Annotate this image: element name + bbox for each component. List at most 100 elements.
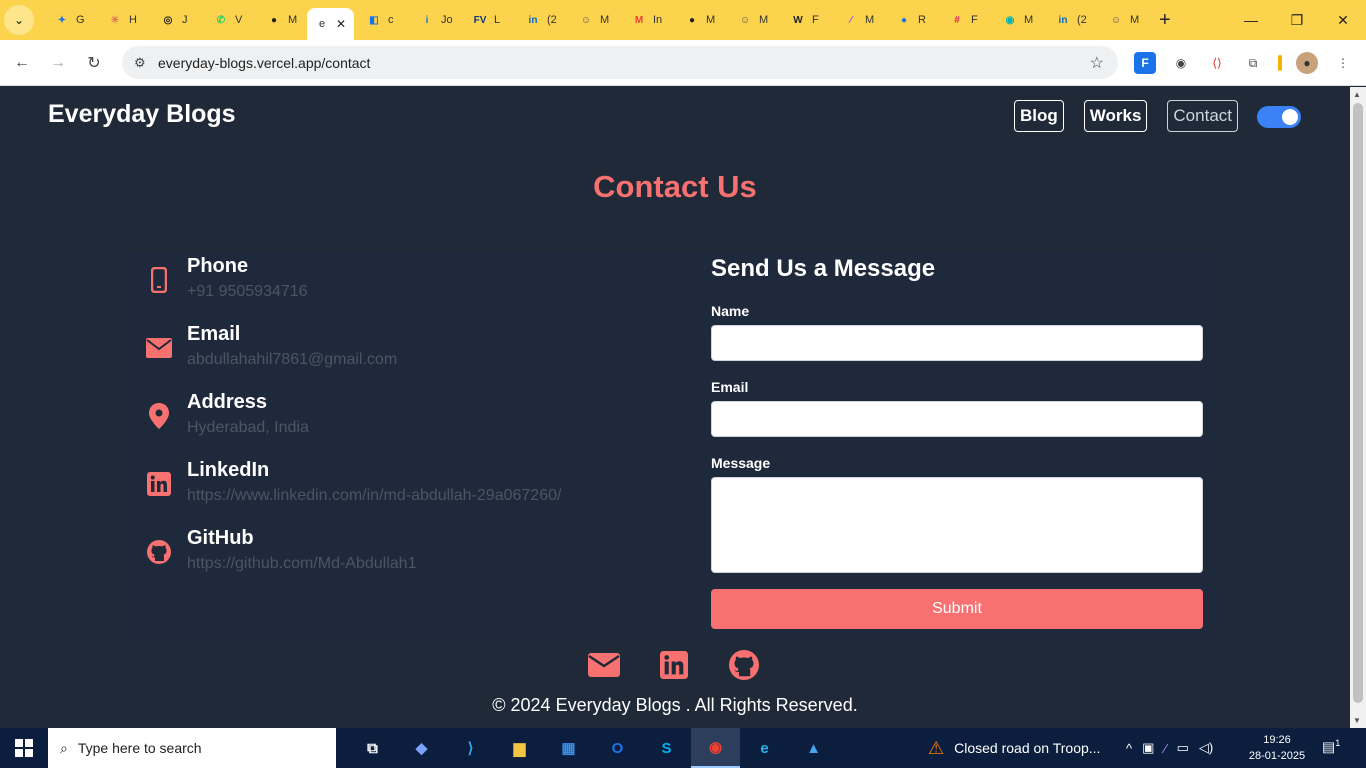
task-view-icon[interactable]: ⧉ [348,728,397,768]
email-input[interactable] [711,401,1203,437]
nav-blog[interactable]: Blog [1013,100,1064,132]
browser-tab[interactable]: ◎ J [148,4,201,36]
browser-tab[interactable]: WF [778,4,831,36]
browser-tab[interactable]: in (2 [513,4,566,36]
file-explorer-icon[interactable]: ▆ [495,728,544,768]
footer-linkedin-icon[interactable] [658,650,690,680]
battery-icon[interactable]: ▭ [1177,740,1189,756]
taskbar-clock[interactable]: 19:26 28-01-2025 [1244,732,1310,764]
window-controls: — ❐ ✕ [1228,0,1366,40]
linkedin-icon [146,471,172,497]
site-brand[interactable]: Everyday Blogs [48,100,236,129]
new-tab-button[interactable]: + [1159,9,1171,32]
close-window-button[interactable]: ✕ [1320,0,1366,40]
theme-toggle[interactable] [1257,106,1301,128]
extension-f-icon[interactable]: F [1134,52,1156,74]
tray-chevron-icon[interactable]: ^ [1126,741,1132,756]
contact-value[interactable]: https://github.com/Md-Abdullah1 [187,555,416,573]
tab-favicon-icon: i [425,14,429,26]
windows-start-button[interactable] [0,728,48,768]
browser-tab[interactable]: ● M [254,4,307,36]
browser-tab[interactable]: i Jo [407,4,460,36]
taskbar-search[interactable]: ⌕ Type here to search [48,728,336,768]
github-icon [146,539,172,565]
tray-app-icon[interactable]: ▣ [1142,740,1154,756]
minimize-button[interactable]: — [1228,0,1274,40]
map-pin-icon [146,403,172,429]
tab-title: M [706,14,716,26]
edge-icon[interactable]: e [740,728,789,768]
nav-contact[interactable]: Contact [1167,100,1238,132]
notification-count: 1 [1335,738,1341,748]
profile-avatar[interactable]: ● [1296,52,1318,74]
browser-tab-strip: ⌄ ✦ G ✳ H ◎ J ✆ V ● Me ✕ ◧ c i Jo FV Lin (2 ☺ M M In ● M ☺ M W F ∕ M ●… [0,0,1366,40]
tab-title: G [76,14,85,26]
lens-icon[interactable]: ◉ [1170,52,1192,74]
tab-title: In [653,14,663,26]
browser-tab[interactable]: ● R [884,4,937,36]
outlook-icon[interactable]: O [593,728,642,768]
browser-tab[interactable]: ☺ M [725,4,778,36]
message-textarea[interactable] [711,477,1203,573]
browser-tab[interactable]: ∕ M [831,4,884,36]
photos-icon[interactable]: ▲ [789,728,838,768]
browser-tab[interactable]: in (2 [1043,4,1096,36]
restore-button[interactable]: ❐ [1274,0,1320,40]
contact-value[interactable]: https://www.linkedin.com/in/md-abdullah-… [187,487,561,505]
browser-tab[interactable]: FV L [460,4,513,36]
address-bar[interactable]: ⚙ everyday-blogs.vercel.app/contact ☆ [122,46,1118,79]
form-title: Send Us a Message [711,255,936,282]
bookmark-star-icon[interactable]: ☆ [1090,53,1104,73]
page-title: Contact Us [593,169,757,204]
name-input[interactable] [711,325,1203,361]
tab-title: V [235,14,243,26]
contact-label: Email [187,323,241,345]
vscode-icon[interactable]: ⟩ [446,728,495,768]
browser-tab[interactable]: e ✕ [307,8,354,40]
windows-taskbar: ⌕ Type here to search ⧉ ◆ ⟩ ▆ ▦ O S ◉ e … [0,728,1366,768]
footer-envelope-icon[interactable] [588,650,620,680]
reload-button[interactable]: ↻ [76,45,112,81]
microsoft-store-icon[interactable]: ▦ [544,728,593,768]
footer-github-icon[interactable] [728,650,760,680]
submit-button[interactable]: Submit [711,589,1203,629]
browser-tab[interactable]: ◉ M [990,4,1043,36]
tray-pen-icon[interactable]: ∕ [1164,741,1166,756]
back-button[interactable]: ← [4,45,40,81]
forward-button[interactable]: → [40,45,76,81]
tab-list: ✦ G ✳ H ◎ J ✆ V ● Me ✕ ◧ c i Jo FV Lin (2 ☺ M M In ● M ☺ M W F ∕ M ● R #… [42,0,1149,40]
browser-tab[interactable]: M In [619,4,672,36]
skype-icon[interactable]: S [642,728,691,768]
volume-icon[interactable]: ◁) [1199,740,1213,756]
tab-title: e [319,18,326,30]
browser-tab[interactable]: # F [937,4,990,36]
scroll-down-icon[interactable]: ▼ [1353,716,1361,725]
url-text: everyday-blogs.vercel.app/contact [158,54,371,71]
site-info-icon[interactable]: ⚙ [134,55,156,71]
chrome-icon[interactable]: ◉ [691,728,740,768]
tab-favicon-icon: ✦ [57,14,67,26]
tab-search-button[interactable]: ⌄ [4,5,34,35]
browser-tab[interactable]: ◧ c [354,4,407,36]
copilot-icon[interactable]: ◆ [397,728,446,768]
contact-card [122,252,1228,640]
code-extension-icon[interactable]: ⟨⟩ [1206,52,1228,74]
toggle-knob [1282,109,1298,125]
scroll-thumb[interactable] [1353,103,1363,703]
scroll-up-icon[interactable]: ▲ [1353,90,1361,99]
notification-center-icon[interactable]: ▤1 [1322,738,1344,758]
nav-works[interactable]: Works [1083,100,1148,132]
browser-tab[interactable]: ✆ V [201,4,254,36]
news-text: Closed road on Troop... [954,740,1101,756]
browser-tab[interactable]: ✦ G [42,4,95,36]
browser-tab[interactable]: ☺ M [566,4,619,36]
contact-label: LinkedIn [187,459,270,481]
news-widget[interactable]: ⚠ Closed road on Troop... [928,728,1100,768]
tab-close-icon[interactable]: ✕ [336,17,346,31]
puzzle-extensions-icon[interactable]: ⧉ [1242,52,1264,74]
browser-tab[interactable]: ☺ M [1096,4,1149,36]
browser-tab[interactable]: ✳ H [95,4,148,36]
browser-tab[interactable]: ● M [672,4,725,36]
page-scrollbar[interactable]: ▲ ▼ [1350,87,1366,728]
menu-kebab-icon[interactable]: ⋮ [1332,52,1354,74]
